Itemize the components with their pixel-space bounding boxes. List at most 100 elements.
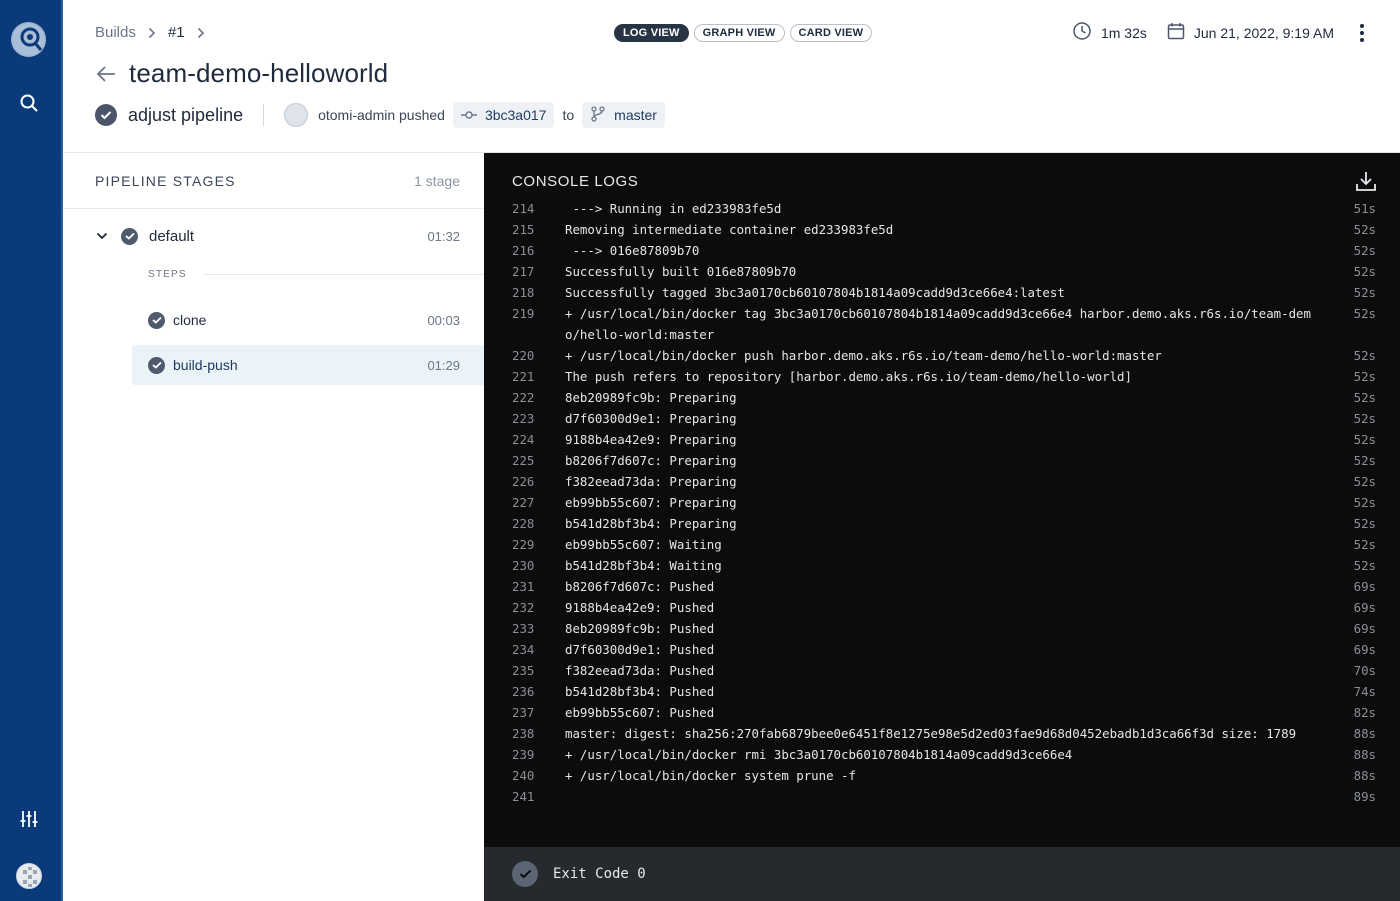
log-line: 225 b8206f7d607c: Preparing 52s bbox=[484, 450, 1400, 471]
build-meta: 1m 32s Jun 21, 2022, 9:19 AM bbox=[1072, 21, 1334, 44]
commit-sha: 3bc3a017 bbox=[484, 107, 547, 123]
exit-code: Exit Code 0 bbox=[553, 866, 646, 882]
log-line: 235 f382eead73da: Pushed 70s bbox=[484, 660, 1400, 681]
log-line: 236 b541d28bf3b4: Pushed 74s bbox=[484, 681, 1400, 702]
log-line-duration: 52s bbox=[1353, 474, 1376, 489]
log-line-text: + /usr/local/bin/docker push harbor.demo… bbox=[565, 348, 1162, 363]
log-line-text: master: digest: sha256:270fab6879bee0e64… bbox=[565, 726, 1297, 741]
log-line-duration: 52s bbox=[1353, 453, 1376, 468]
log-line-number: 231 bbox=[512, 579, 535, 594]
log-line-number: 229 bbox=[512, 537, 535, 552]
author-action: otomi-admin pushed bbox=[318, 107, 445, 123]
log-line: 237 eb99bb55c607: Pushed 82s bbox=[484, 702, 1400, 723]
log-line-number: 221 bbox=[512, 369, 535, 384]
branch-icon bbox=[590, 105, 606, 125]
step-time: 00:03 bbox=[427, 312, 460, 328]
log-line: 220 + /usr/local/bin/docker push harbor.d… bbox=[484, 345, 1400, 366]
log-line-text bbox=[565, 786, 1325, 807]
logo-icon[interactable] bbox=[11, 22, 46, 57]
to-word: to bbox=[562, 107, 575, 123]
log-line-text: Removing intermediate container ed233983… bbox=[565, 222, 894, 237]
tab-card-view[interactable]: CARD VIEW bbox=[789, 24, 873, 42]
console-header: CONSOLE LOGS bbox=[484, 153, 1400, 209]
log-line-duration: 52s bbox=[1353, 537, 1376, 552]
log-line: 234 d7f60300d9e1: Pushed 69s bbox=[484, 639, 1400, 660]
breadcrumb: Builds #1 bbox=[95, 24, 217, 41]
calendar-icon bbox=[1167, 22, 1185, 43]
log-line: 241 89s bbox=[484, 786, 1400, 807]
log-line-duration: 52s bbox=[1353, 369, 1376, 384]
download-icon[interactable] bbox=[1354, 169, 1378, 193]
build-date: Jun 21, 2022, 9:19 AM bbox=[1167, 22, 1334, 43]
log-line-text: ---> Running in ed233983fe5d bbox=[565, 203, 782, 216]
stage-name: default bbox=[149, 227, 195, 245]
log-line-text: ---> 016e87809b70 bbox=[565, 243, 700, 258]
log-line-text: Successfully tagged 3bc3a0170cb60107804b… bbox=[565, 285, 1065, 300]
breadcrumb-build-number[interactable]: #1 bbox=[168, 24, 185, 41]
step-build-push[interactable]: build-push 01:29 bbox=[132, 345, 484, 385]
tab-graph-view[interactable]: GRAPH VIEW bbox=[693, 24, 785, 42]
step-time: 01:29 bbox=[427, 357, 460, 373]
log-line-text: d7f60300d9e1: Pushed bbox=[565, 642, 715, 657]
log-line-duration: 69s bbox=[1353, 600, 1376, 615]
log-line-number: 237 bbox=[512, 705, 535, 720]
log-line-duration: 52s bbox=[1353, 285, 1376, 300]
step-name: clone bbox=[173, 312, 207, 328]
log-line-number: 227 bbox=[512, 495, 535, 510]
commit-sha-chip[interactable]: 3bc3a017 bbox=[452, 102, 555, 128]
log-line-text: b541d28bf3b4: Preparing bbox=[565, 516, 737, 531]
sliders-icon[interactable] bbox=[17, 807, 41, 831]
check-icon bbox=[148, 356, 165, 374]
log-line-duration: 82s bbox=[1353, 705, 1376, 720]
log-line: 231 b8206f7d607c: Pushed 69s bbox=[484, 576, 1400, 597]
chevron-right-icon bbox=[197, 27, 205, 39]
exit-status: Exit Code 0 bbox=[484, 847, 1400, 901]
stages-header: PIPELINE STAGES 1 stage bbox=[63, 153, 484, 209]
stage-default[interactable]: default 01:32 bbox=[63, 219, 484, 253]
breadcrumb-builds[interactable]: Builds bbox=[95, 24, 136, 41]
log-line-number: 222 bbox=[512, 390, 535, 405]
log-line-number: 216 bbox=[512, 243, 535, 258]
log-lines: 214 ---> Running in ed233983fe5d 51s 215 Re… bbox=[484, 203, 1400, 807]
kebab-icon[interactable] bbox=[1352, 22, 1372, 44]
page-title: team-demo-helloworld bbox=[129, 58, 389, 88]
log-line-text: + /usr/local/bin/docker tag 3bc3a0170cb6… bbox=[565, 306, 1311, 342]
log-line-duration: 88s bbox=[1353, 768, 1376, 783]
log-line-number: 223 bbox=[512, 411, 535, 426]
log-line: 223 d7f60300d9e1: Preparing 52s bbox=[484, 408, 1400, 429]
log-line-duration: 52s bbox=[1353, 306, 1376, 321]
check-icon bbox=[512, 861, 538, 887]
log-line-text: b541d28bf3b4: Waiting bbox=[565, 558, 722, 573]
log-line-duration: 51s bbox=[1353, 203, 1376, 216]
log-line-duration: 52s bbox=[1353, 390, 1376, 405]
user-avatar[interactable] bbox=[16, 863, 42, 889]
log-line-number: 232 bbox=[512, 600, 535, 615]
check-icon bbox=[121, 227, 138, 245]
tab-log-view[interactable]: LOG VIEW bbox=[614, 24, 689, 42]
log-line-text: b8206f7d607c: Pushed bbox=[565, 579, 715, 594]
log-line-number: 220 bbox=[512, 348, 535, 363]
log-line-duration: 69s bbox=[1353, 621, 1376, 636]
log-line: 218 Successfully tagged 3bc3a0170cb601078… bbox=[484, 282, 1400, 303]
clock-icon bbox=[1072, 21, 1092, 44]
log-line-duration: 52s bbox=[1353, 516, 1376, 531]
step-clone[interactable]: clone 00:03 bbox=[132, 300, 484, 340]
branch-chip[interactable]: master bbox=[582, 102, 665, 128]
log-line-text: f382eead73da: Preparing bbox=[565, 474, 737, 489]
divider bbox=[263, 104, 265, 126]
back-arrow-icon[interactable] bbox=[95, 63, 117, 85]
log-line-number: 239 bbox=[512, 747, 535, 762]
step-name: build-push bbox=[173, 357, 238, 373]
log-line-duration: 88s bbox=[1353, 726, 1376, 741]
log-line-number: 217 bbox=[512, 264, 535, 279]
log-line-number: 241 bbox=[512, 789, 535, 804]
log-line-text: d7f60300d9e1: Preparing bbox=[565, 411, 737, 426]
chevron-right-icon bbox=[148, 27, 156, 39]
chevron-down-icon[interactable] bbox=[95, 229, 109, 243]
log-line-text: b541d28bf3b4: Pushed bbox=[565, 684, 715, 699]
log-line-number: 236 bbox=[512, 684, 535, 699]
log-line-duration: 69s bbox=[1353, 642, 1376, 657]
log-line-number: 218 bbox=[512, 285, 535, 300]
search-icon[interactable] bbox=[17, 91, 41, 115]
log-line-number: 235 bbox=[512, 663, 535, 678]
